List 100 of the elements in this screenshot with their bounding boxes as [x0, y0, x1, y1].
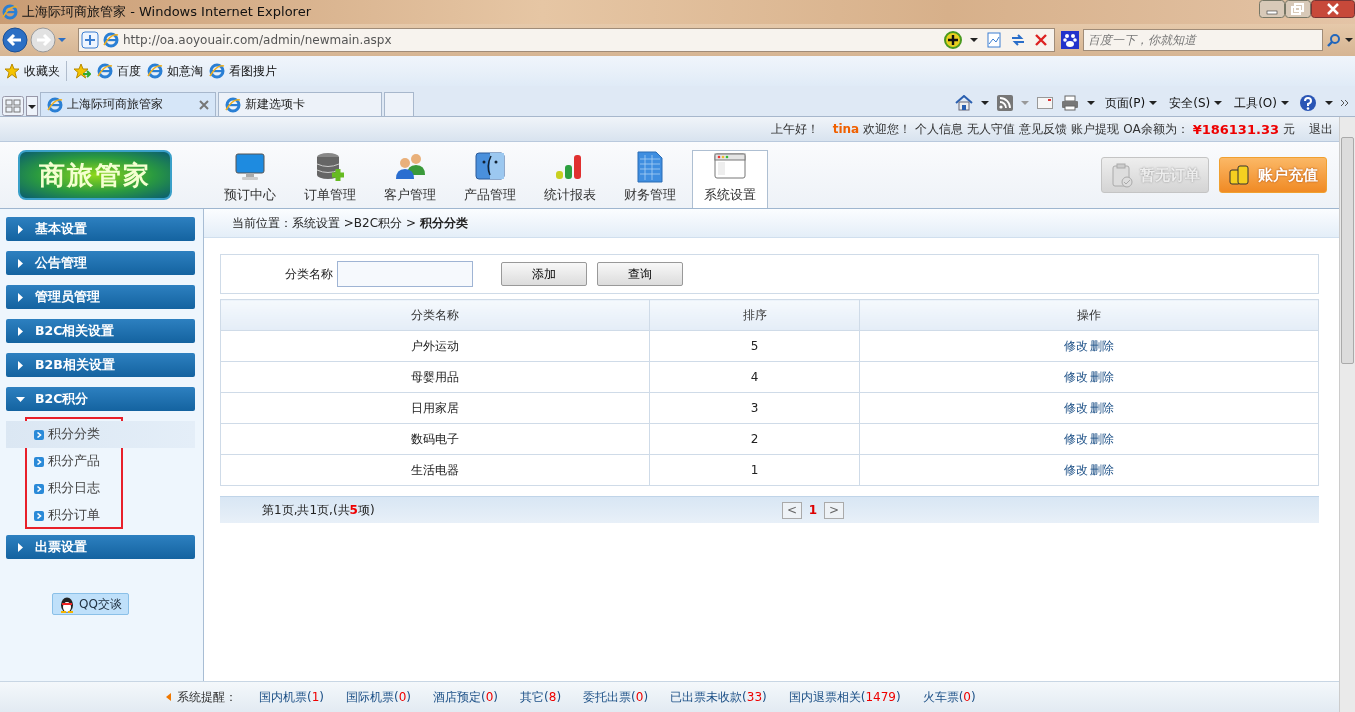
scrollbar[interactable]	[1339, 117, 1355, 712]
action-link[interactable]: 修改	[1064, 400, 1088, 415]
page-icon	[225, 96, 241, 113]
page-icon	[47, 96, 63, 113]
compatibility-icon[interactable]	[986, 32, 1002, 48]
sidebar-item[interactable]: 积分分类	[6, 421, 195, 448]
action-link[interactable]: 删除	[1090, 431, 1114, 446]
sidebar-group[interactable]: B2B相关设置	[6, 353, 195, 377]
user-link[interactable]: 无人守值	[967, 120, 1016, 138]
page-number[interactable]: 1	[804, 501, 822, 519]
database-icon	[314, 151, 346, 183]
clipboard-icon	[1110, 162, 1134, 188]
sidebar-group[interactable]: 出票设置	[6, 535, 195, 559]
logout-link[interactable]: 退出	[1309, 120, 1333, 138]
caret-icon[interactable]	[1325, 101, 1333, 105]
caret-down-icon	[16, 394, 25, 404]
breadcrumb: 当前位置：系统设置 >B2C积分 > 积分分类	[232, 214, 468, 232]
caret-icon[interactable]	[1086, 101, 1095, 105]
close-tab-icon[interactable]	[199, 99, 209, 110]
close-icon[interactable]	[1311, 0, 1355, 18]
status-link[interactable]: 酒店预定(0)	[433, 688, 499, 706]
previous-page-button[interactable]: <	[782, 501, 802, 519]
sidebar-group[interactable]: B2C相关设置	[6, 319, 195, 343]
action-link[interactable]: 修改	[1064, 462, 1088, 477]
status-link[interactable]: 国际机票(0)	[346, 688, 412, 706]
name-field[interactable]	[337, 261, 473, 287]
feed-icon[interactable]	[996, 95, 1013, 111]
table-cell: 2	[649, 423, 860, 455]
action-link[interactable]: 修改	[1064, 338, 1088, 353]
nav-tab[interactable]: 统计报表	[532, 150, 608, 208]
table-cell: 数码电子	[220, 423, 650, 455]
caret-icon[interactable]	[26, 96, 38, 116]
sidebar-group[interactable]: 基本设置	[6, 217, 195, 241]
favorite-link[interactable]: 百度	[97, 62, 141, 80]
printer-icon[interactable]	[1060, 95, 1079, 111]
action-link[interactable]: 删除	[1090, 369, 1114, 384]
sidebar-group[interactable]: 管理员管理	[6, 285, 195, 309]
caret-icon[interactable]	[970, 38, 978, 42]
chevron-icon[interactable]	[1341, 99, 1349, 107]
table-cell: 母婴用品	[220, 361, 650, 393]
help-icon[interactable]	[1299, 94, 1317, 112]
browser-tab[interactable]: 上海际珂商旅管家	[40, 92, 216, 116]
action-link[interactable]: 修改	[1064, 431, 1088, 446]
refresh-icon[interactable]	[1010, 32, 1026, 48]
add-favorite-icon[interactable]	[73, 63, 91, 79]
favorites-button[interactable]: 收藏夹	[4, 62, 60, 80]
form-button[interactable]: 查询	[597, 262, 683, 286]
column-header: 操作	[859, 299, 1319, 331]
favorite-link[interactable]: 看图搜片	[209, 62, 277, 80]
action-link[interactable]: 修改	[1064, 369, 1088, 384]
menu-button[interactable]: 页面(P)	[1102, 94, 1160, 112]
favorite-link[interactable]: 如意淘	[147, 62, 203, 80]
caret-icon	[1281, 101, 1289, 105]
status-link[interactable]: 国内机票(1)	[259, 688, 324, 706]
sidebar-item[interactable]: 积分订单	[6, 502, 195, 529]
mail-icon[interactable]	[1036, 97, 1053, 109]
user-link[interactable]: 账户提现	[1071, 120, 1120, 138]
nav-tab[interactable]: 订单管理	[292, 150, 368, 208]
sidebar-group[interactable]: B2C积分	[6, 387, 195, 411]
nav-tab[interactable]: 系统设置	[692, 150, 768, 208]
browser-icon	[2, 4, 18, 20]
action-link[interactable]: 删除	[1090, 338, 1114, 353]
bullet-icon	[34, 429, 44, 440]
status-link[interactable]: 委托出票(0)	[583, 688, 649, 706]
sheet-icon	[634, 151, 666, 183]
nav-tab[interactable]: 产品管理	[452, 150, 528, 208]
minimize-icon[interactable]	[1259, 0, 1285, 18]
action-link[interactable]: 删除	[1090, 462, 1114, 477]
sidebar-item[interactable]: 积分产品	[6, 448, 195, 475]
chat-button[interactable]: QQ交谈	[52, 593, 129, 615]
sidebar-group[interactable]: 公告管理	[6, 251, 195, 275]
balance-label: OA余额为：	[1123, 120, 1189, 138]
menu-button[interactable]: 安全(S)	[1167, 94, 1225, 112]
status-link[interactable]: 火车票(0)	[922, 688, 976, 706]
user-link[interactable]: 个人信息	[915, 120, 964, 138]
sidebar-item[interactable]: 积分日志	[6, 475, 195, 502]
maximize-icon[interactable]	[1285, 0, 1311, 18]
balance-amount: ¥186131.33	[1192, 121, 1279, 137]
next-page-button[interactable]: >	[824, 501, 844, 519]
caret-icon[interactable]	[1345, 38, 1353, 42]
add-icon[interactable]	[944, 31, 962, 49]
address-field[interactable]: http://oa.aoyouair.com/admin/newmain.aspx	[78, 28, 1055, 52]
browser-tab[interactable]: 新建选项卡	[218, 92, 382, 116]
form-button[interactable]: 添加	[501, 262, 587, 286]
menu-button[interactable]: 工具(O)	[1232, 94, 1291, 112]
nav-tab[interactable]: 财务管理	[612, 150, 688, 208]
stop-icon[interactable]	[1034, 33, 1048, 47]
column-header: 排序	[649, 299, 860, 331]
action-link[interactable]: 删除	[1090, 400, 1114, 415]
page-summary: 第1页,共1页,(共5项)	[262, 501, 376, 519]
nav-tab[interactable]: 客户管理	[372, 150, 448, 208]
search-field[interactable]: 百度一下，你就知道	[1083, 29, 1323, 51]
status-link[interactable]: 国内退票相关(1479)	[788, 688, 901, 706]
home-icon[interactable]	[954, 95, 973, 111]
user-link[interactable]: 意见反馈	[1019, 120, 1068, 138]
caret-icon[interactable]	[980, 101, 989, 105]
status-link[interactable]: 已出票未收款(33)	[670, 688, 767, 706]
status-link[interactable]: 其它(8)	[520, 688, 562, 706]
back-icon[interactable]	[2, 27, 28, 53]
nav-tab[interactable]: 预订中心	[212, 150, 288, 208]
